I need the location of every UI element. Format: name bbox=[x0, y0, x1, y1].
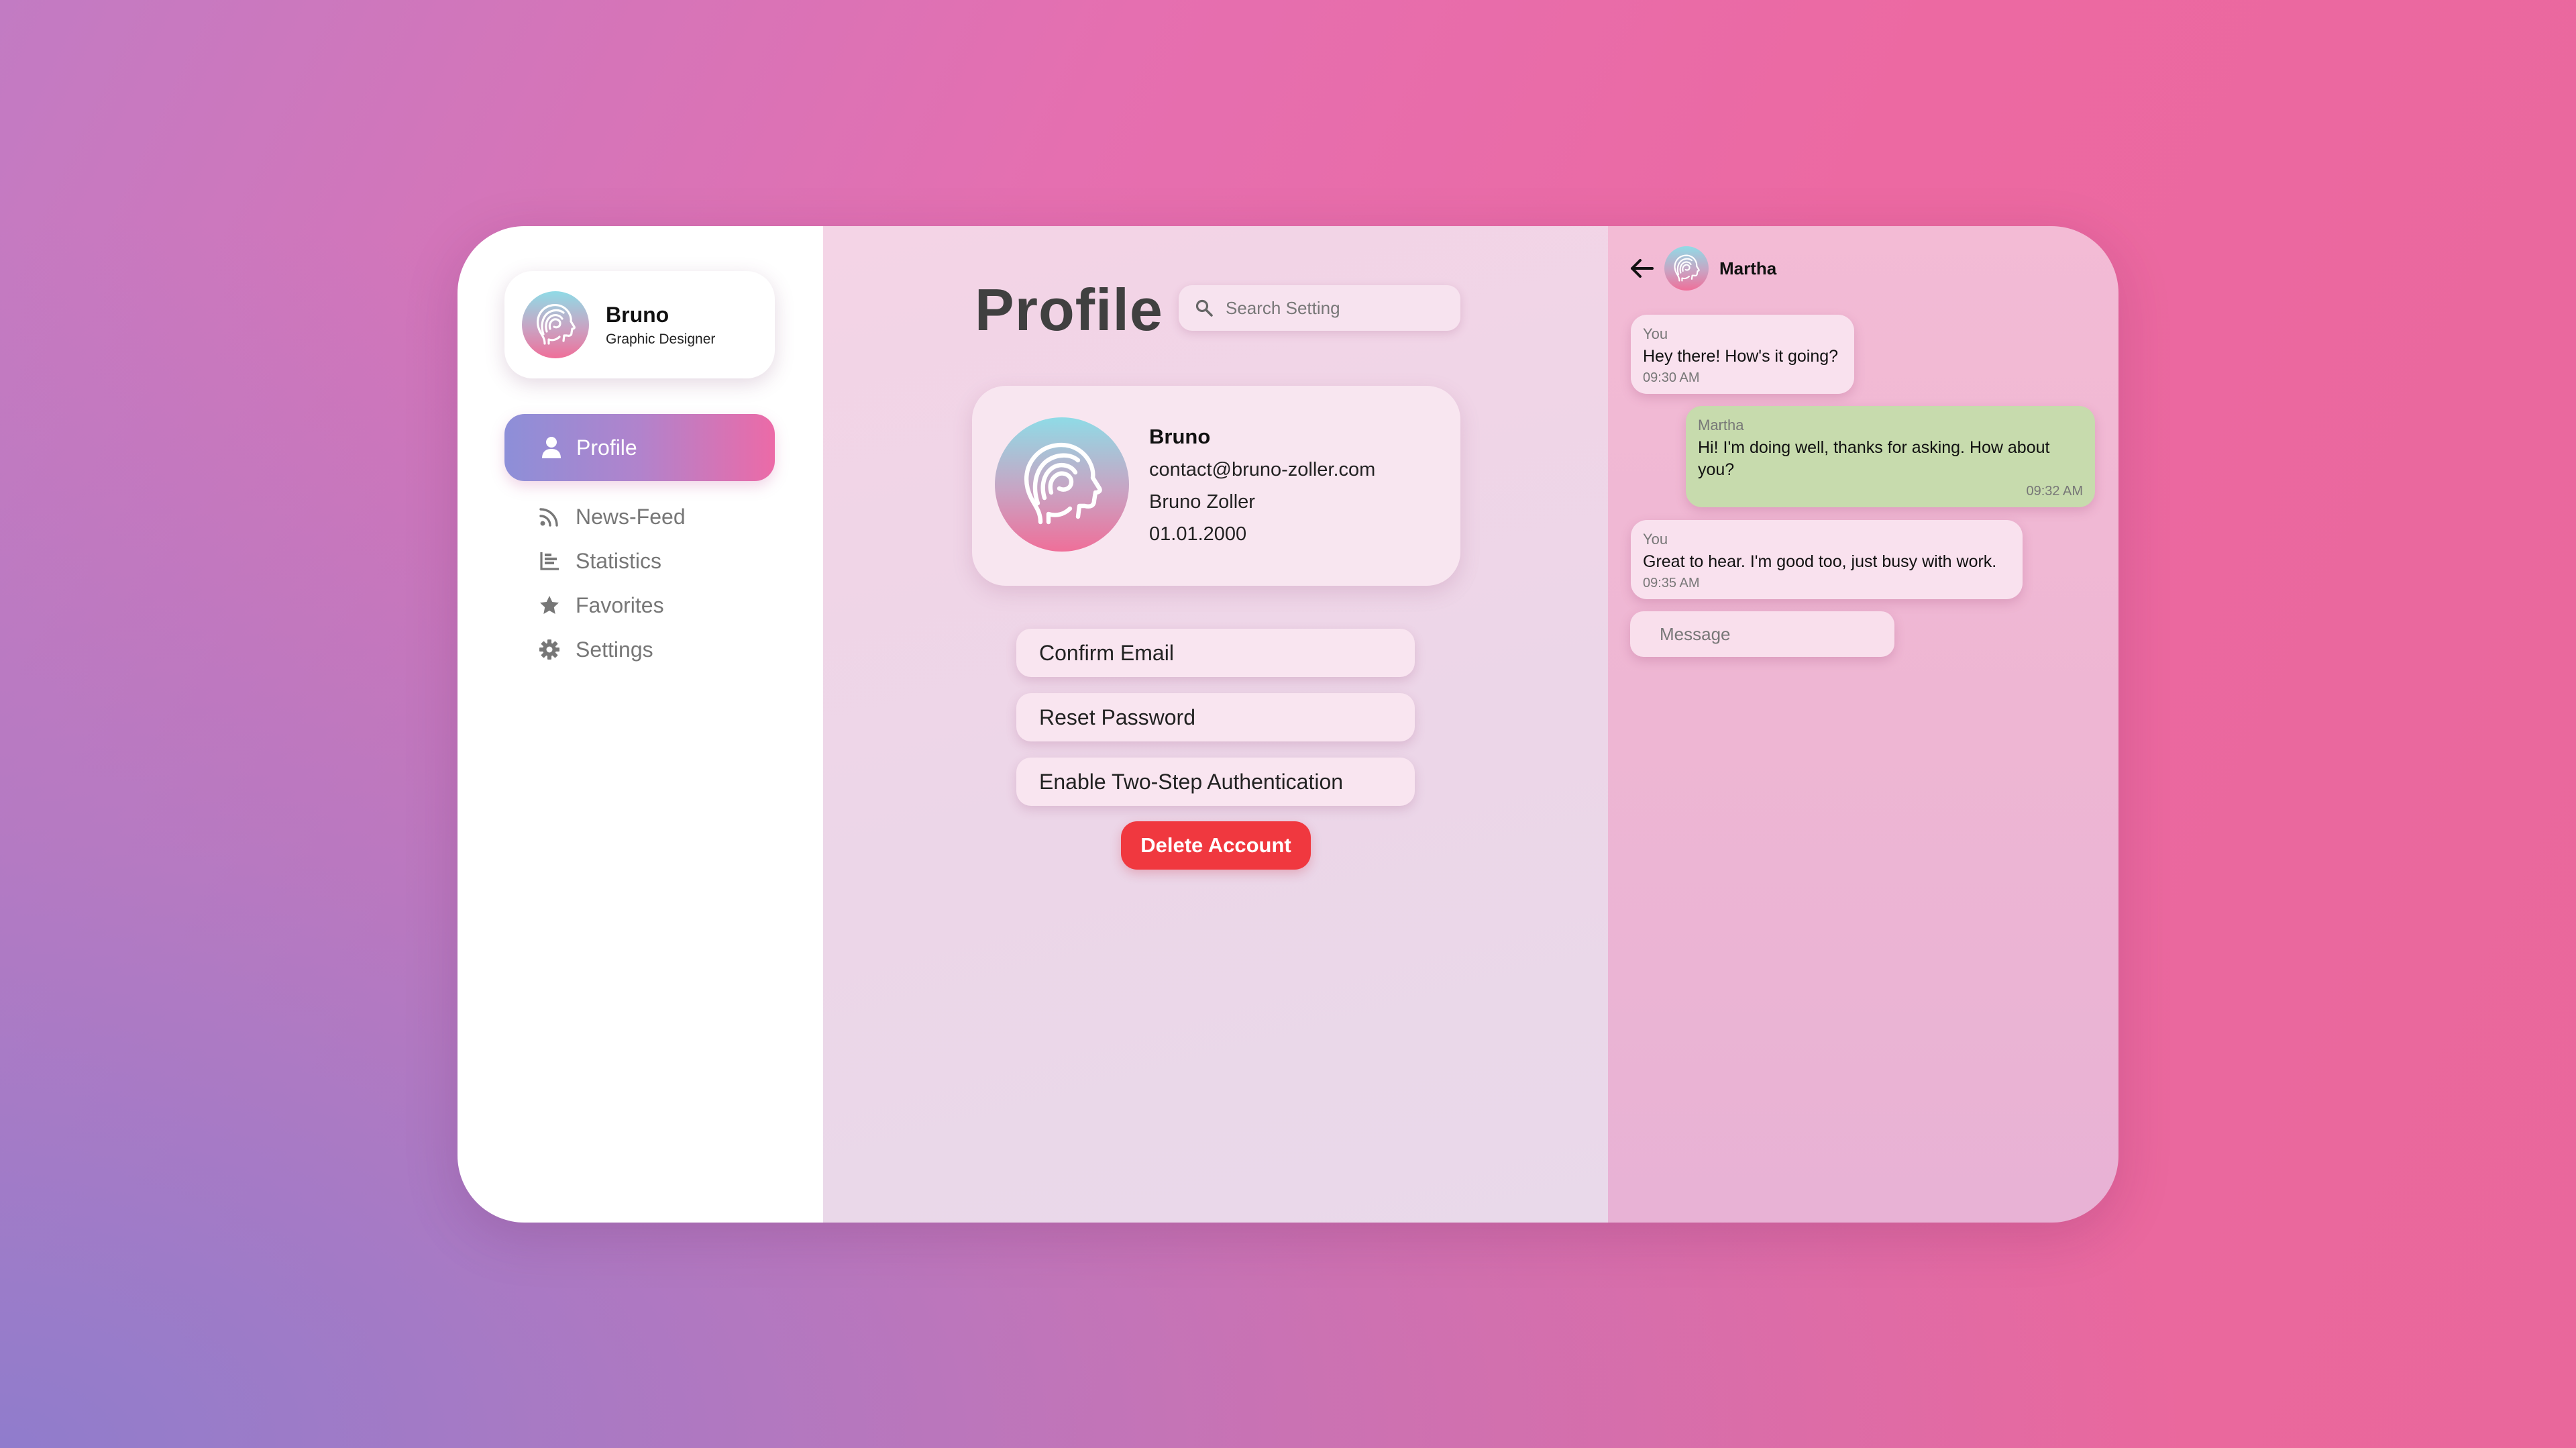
profile-name: Bruno bbox=[1149, 425, 1211, 448]
page-title: Profile bbox=[975, 276, 1163, 343]
chat-panel: Martha You Hey there! How's it going? 09… bbox=[1608, 226, 2118, 1223]
profile-email: contact@bruno-zoller.com bbox=[1149, 459, 1376, 480]
back-arrow-icon[interactable] bbox=[1628, 255, 1655, 282]
head-profile-icon bbox=[995, 417, 1129, 552]
sidebar-item-label: Profile bbox=[576, 435, 637, 460]
app-window: Bruno Graphic Designer Profile News-Feed… bbox=[458, 226, 2118, 1223]
sidebar-item-label: News-Feed bbox=[576, 504, 686, 529]
rss-icon bbox=[538, 505, 561, 528]
head-profile-icon bbox=[522, 291, 589, 358]
sidebar-item-settings[interactable]: Settings bbox=[538, 627, 686, 672]
gear-icon bbox=[538, 638, 561, 661]
reset-password-button[interactable]: Reset Password bbox=[1016, 693, 1415, 741]
chat-header: Martha bbox=[1628, 246, 1776, 291]
profile-birthdate: 01.01.2000 bbox=[1149, 523, 1247, 545]
message-time: 09:32 AM bbox=[2026, 484, 2083, 499]
message-bubble: Martha Hi! I'm doing well, thanks for as… bbox=[1686, 406, 2095, 507]
sidebar-item-news-feed[interactable]: News-Feed bbox=[538, 495, 686, 539]
sidebar-item-favorites[interactable]: Favorites bbox=[538, 583, 686, 627]
search-icon bbox=[1195, 299, 1213, 317]
chat-contact-name: Martha bbox=[1719, 258, 1777, 278]
sidebar-item-label: Settings bbox=[576, 637, 653, 662]
message-time: 09:30 AM bbox=[1643, 370, 1700, 385]
message-time: 09:35 AM bbox=[1643, 576, 1700, 590]
two-step-auth-button[interactable]: Enable Two-Step Authentication bbox=[1016, 758, 1415, 806]
head-profile-icon bbox=[1664, 246, 1709, 291]
bar-chart-icon bbox=[538, 550, 561, 572]
main-content: Profile Bruno contact@bruno-zoller.com B… bbox=[823, 226, 1608, 1223]
message-sender: You bbox=[1643, 531, 1668, 548]
profile-full-name: Bruno Zoller bbox=[1149, 491, 1255, 513]
sidebar-item-label: Statistics bbox=[576, 548, 662, 573]
message-text: Hi! I'm doing well, thanks for asking. H… bbox=[1698, 438, 2050, 479]
sidebar-nav: News-Feed Statistics Favorites Settings bbox=[538, 495, 686, 672]
message-input[interactable] bbox=[1630, 611, 1894, 657]
profile-info: Bruno contact@bruno-zoller.com Bruno Zol… bbox=[1149, 425, 1375, 546]
user-card[interactable]: Bruno Graphic Designer bbox=[504, 271, 775, 378]
delete-account-button[interactable]: Delete Account bbox=[1121, 821, 1311, 870]
message-bubble: You Hey there! How's it going? 09:30 AM bbox=[1631, 315, 1854, 394]
confirm-email-button[interactable]: Confirm Email bbox=[1016, 629, 1415, 677]
user-icon bbox=[542, 437, 561, 458]
sidebar: Bruno Graphic Designer Profile News-Feed… bbox=[458, 226, 823, 1223]
message-sender: You bbox=[1643, 325, 1668, 342]
profile-card: Bruno contact@bruno-zoller.com Bruno Zol… bbox=[972, 386, 1460, 586]
search-box[interactable] bbox=[1179, 285, 1460, 331]
user-role: Graphic Designer bbox=[606, 331, 716, 347]
sidebar-item-statistics[interactable]: Statistics bbox=[538, 539, 686, 583]
message-sender: Martha bbox=[1698, 417, 1744, 433]
message-bubble: You Great to hear. I'm good too, just bu… bbox=[1631, 520, 2023, 599]
message-text: Hey there! How's it going? bbox=[1643, 347, 1839, 366]
sidebar-item-label: Favorites bbox=[576, 592, 664, 617]
search-input[interactable] bbox=[1224, 297, 1442, 319]
star-icon bbox=[538, 594, 561, 617]
user-meta: Bruno Graphic Designer bbox=[606, 303, 715, 348]
message-text: Great to hear. I'm good too, just busy w… bbox=[1643, 552, 1997, 571]
user-name: Bruno bbox=[606, 302, 669, 327]
sidebar-item-profile[interactable]: Profile bbox=[504, 414, 775, 481]
